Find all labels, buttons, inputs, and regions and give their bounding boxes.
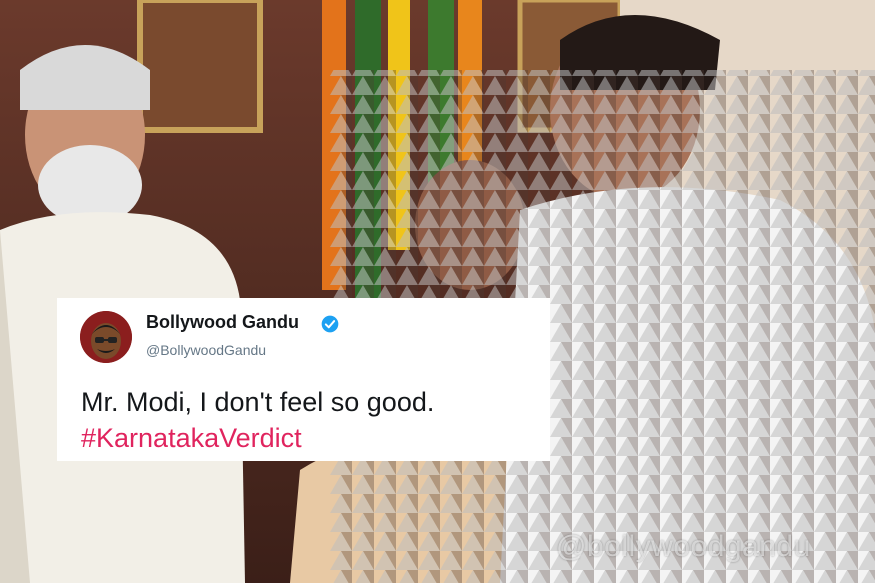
- tweet-text: Mr. Modi, I don't feel so good. #Karnata…: [81, 384, 434, 456]
- tweet-body: Mr. Modi, I don't feel so good.: [81, 387, 435, 417]
- photo-background: [0, 0, 875, 583]
- user-handle[interactable]: @BollywoodGandu: [146, 342, 266, 358]
- tweet-card: Bollywood Gandu @BollywoodGandu Mr. Modi…: [57, 298, 550, 461]
- watermark: @bollywoodgandu: [556, 530, 811, 563]
- verified-badge-icon: [321, 315, 339, 333]
- display-name[interactable]: Bollywood Gandu: [146, 312, 299, 333]
- hashtag-link[interactable]: #KarnatakaVerdict: [81, 420, 434, 456]
- avatar-cartoon-icon: [80, 311, 132, 363]
- avatar[interactable]: [80, 311, 132, 363]
